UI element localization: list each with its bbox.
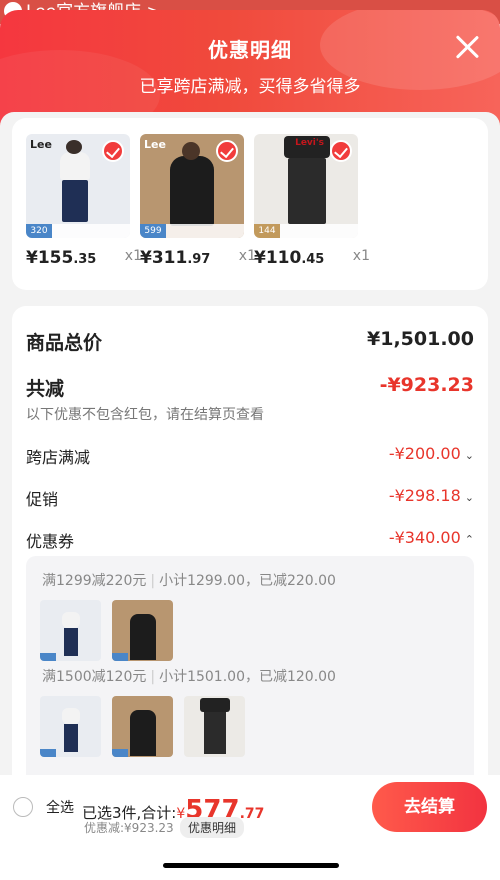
product-strip: [280, 224, 358, 238]
discount-label: 促销: [26, 490, 59, 509]
coupon-product-thumb: [112, 696, 173, 757]
discount-note: 以下优惠不包含红包，请在结算页查看: [26, 407, 264, 423]
coupon-product-thumb: [184, 696, 245, 757]
discount-detail-button[interactable]: 优惠明细: [180, 817, 245, 838]
selected-check-icon[interactable]: [216, 140, 238, 162]
product-tag: 144: [254, 224, 280, 238]
discount-label: 优惠券: [26, 532, 75, 551]
product-tag: 599: [140, 224, 166, 238]
reduce-label: 共减: [26, 378, 65, 400]
select-all-label[interactable]: 全选: [46, 797, 74, 817]
discount-value: -¥340.00 ⌃: [388, 528, 474, 547]
select-all-radio[interactable]: [13, 797, 33, 817]
coupon-product-thumb: [40, 696, 101, 757]
chevron-up-icon: ⌃: [464, 533, 474, 546]
product-item[interactable]: Lee 599 ¥311.97 x1: [140, 134, 256, 268]
product-list-card: Lee 320 ¥155.35 x1 Lee 599 ¥311.97 x1 Le…: [12, 118, 488, 290]
total-value: ¥1,501.00: [367, 328, 474, 350]
chevron-down-icon: ⌄: [464, 449, 474, 462]
discount-value: -¥200.00 ⌄: [388, 444, 474, 463]
coupon-line: 满1500减120元 | 小计1501.00，已减120.00: [42, 669, 336, 685]
product-image[interactable]: Lee 599: [140, 134, 244, 238]
chevron-down-icon: ⌄: [464, 491, 474, 504]
discount-label: 跨店满减: [26, 448, 91, 467]
popup-header: 优惠明细 已享跨店满减，买得多省得多: [0, 10, 500, 128]
product-brand: Lee: [30, 138, 52, 151]
product-brand: Lee: [144, 138, 166, 151]
product-strip: [52, 224, 130, 238]
discount-value: -¥298.18 ⌄: [388, 486, 474, 505]
discount-sheet: Lee 320 ¥155.35 x1 Lee 599 ¥311.97 x1 Le…: [0, 112, 500, 880]
reduce-value: -¥923.23: [379, 374, 474, 396]
selected-check-icon[interactable]: [330, 140, 352, 162]
total-label: 商品总价: [26, 332, 103, 354]
coupon-detail-box: 满1299减220元 | 小计1299.00，已减220.00 满1500减120元…: [26, 556, 474, 806]
close-icon[interactable]: [454, 34, 480, 60]
product-qty: x1: [352, 248, 370, 264]
popup-title: 优惠明细: [208, 38, 292, 62]
product-image[interactable]: Lee 320: [26, 134, 130, 238]
product-brand: Levi's: [295, 138, 324, 148]
coupon-line: 满1299减220元 | 小计1299.00，已减220.00: [42, 573, 336, 589]
product-item[interactable]: Lee 320 ¥155.35 x1: [26, 134, 142, 268]
coupon-product-thumb: [112, 600, 173, 661]
product-image[interactable]: Levi's 144: [254, 134, 358, 238]
product-item[interactable]: Levi's 144 ¥110.45 x1: [254, 134, 370, 268]
discount-summary: 优惠减:¥923.23: [84, 821, 174, 835]
product-tag: 320: [26, 224, 52, 238]
product-strip: [166, 224, 244, 238]
coupon-product-thumb: [40, 600, 101, 661]
price-summary-card: 商品总价 ¥1,501.00 共减 -¥923.23 以下优惠不包含红包，请在结…: [12, 306, 488, 806]
home-indicator: [163, 863, 339, 868]
selected-check-icon[interactable]: [102, 140, 124, 162]
popup-subtitle: 已享跨店满减，买得多省得多: [139, 77, 361, 97]
checkout-button[interactable]: 去结算: [372, 782, 487, 832]
